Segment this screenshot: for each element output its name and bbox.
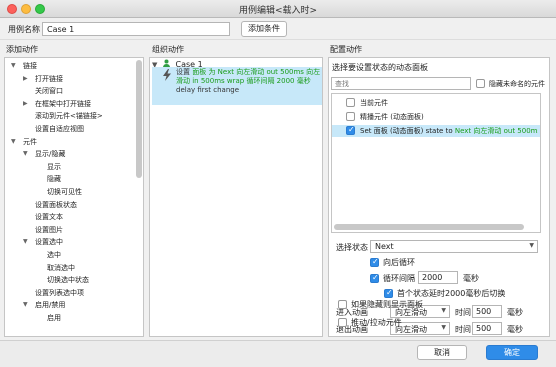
select-state-label: 选择状态: [336, 243, 368, 252]
main-area: 添加动作 ▼ 链接 ▶ 打开链接关闭窗口 ▶ 在框架中打开链接滚动到元件<锚链接> 设置自适…: [0, 40, 556, 340]
tree-toggle-icon[interactable]: ▶: [23, 100, 28, 107]
select-panel-title: 选择要设置状态的动态面板: [332, 63, 428, 72]
loop-interval-label: 循环间隔: [383, 274, 415, 283]
push-pull-label: 推动/拉动元件: [351, 318, 402, 327]
add-actions-heading: 添加动作: [6, 45, 38, 54]
action-tree-item[interactable]: 关闭窗口: [35, 86, 63, 96]
organize-actions-tree: ▼ Case 1 设置 面板 为 Next 向左滑动 out 500ms 向左滑…: [149, 57, 323, 337]
dialog-footer: 取消 确定: [0, 340, 556, 367]
case-name-input[interactable]: [42, 22, 230, 36]
action-tree-item[interactable]: 设置文本: [35, 212, 63, 222]
chevron-down-icon: ▼: [529, 242, 534, 249]
enter-time-label: 时间: [455, 308, 471, 317]
action-tree-item[interactable]: 启用/禁用: [35, 300, 65, 310]
loop-interval-checkbox[interactable]: [370, 273, 379, 283]
action-tree-item[interactable]: 设置图片: [35, 225, 63, 235]
case-name-row: 用例名称 添加条件: [0, 18, 556, 40]
action-tree-item[interactable]: 滚动到元件<锚链接>: [35, 111, 103, 121]
wrap-label: 向后循环: [383, 258, 415, 267]
show-if-hidden-label: 如果隐藏则显示面板: [351, 300, 423, 309]
list-item[interactable]: 精播元件 (动态面板): [332, 111, 540, 123]
cancel-button[interactable]: 取消: [417, 345, 467, 360]
list-item-checkbox[interactable]: [346, 112, 355, 121]
select-state-dropdown[interactable]: Next ▼: [370, 240, 538, 253]
lightning-icon: [163, 69, 171, 81]
list-item-checkbox[interactable]: [346, 98, 355, 107]
action-tree-item[interactable]: 切换可见性: [47, 187, 82, 197]
list-item-selected[interactable]: Set 面板 (动态面板) state to Next 向左滑动 out 500…: [332, 125, 540, 137]
wrap-checkbox[interactable]: [370, 257, 379, 267]
selected-action-row[interactable]: 设置 面板 为 Next 向左滑动 out 500ms 向左滑动 in 500m…: [152, 67, 322, 105]
action-tree-item[interactable]: 设置列表选中项: [35, 288, 84, 298]
tree-toggle-icon[interactable]: ▼: [11, 62, 16, 69]
push-pull-checkbox[interactable]: [338, 318, 347, 327]
action-tree-item[interactable]: 取消选中: [47, 263, 75, 273]
ok-button[interactable]: 确定: [486, 345, 538, 360]
action-tree-item[interactable]: 元件: [23, 137, 37, 147]
action-tail: delay first change: [176, 86, 240, 94]
tree-toggle-icon[interactable]: ▼: [23, 150, 28, 157]
tree-toggle-icon[interactable]: ▼: [11, 138, 16, 145]
action-tree-item[interactable]: 选中: [47, 250, 61, 260]
organize-actions-heading: 组织动作: [152, 45, 184, 54]
action-tree-item[interactable]: 设置选中: [35, 237, 63, 247]
action-prefix: 设置: [176, 68, 190, 76]
chevron-down-icon: ▼: [441, 307, 446, 314]
action-tree-item[interactable]: 切换选中状态: [47, 275, 89, 285]
first-delay-label: 首个状态延时2000毫秒后切换: [397, 289, 506, 298]
action-tree-item[interactable]: 打开链接: [35, 74, 63, 84]
add-condition-button[interactable]: 添加条件: [241, 21, 287, 37]
hide-unnamed-checkbox[interactable]: [476, 79, 485, 88]
action-tree-item[interactable]: 隐藏: [47, 174, 61, 184]
action-tree-item[interactable]: 在框架中打开链接: [35, 99, 91, 109]
action-tree-item[interactable]: 显示/隐藏: [35, 149, 65, 159]
configure-actions-heading: 配置动作: [330, 45, 362, 54]
tree-toggle-icon[interactable]: ▼: [23, 238, 28, 245]
hide-unnamed-label: 隐藏未命名的元件: [489, 80, 545, 88]
list-item-label: 精播元件 (动态面板): [360, 113, 424, 121]
search-input[interactable]: [331, 77, 471, 90]
exit-time-unit: 毫秒: [507, 325, 523, 334]
action-detail: 面板 为 Next 向左滑动 out 500ms 向左滑动 in 500ms w…: [176, 68, 321, 85]
list-horizontal-scrollbar[interactable]: [334, 224, 524, 230]
loop-interval-unit: 毫秒: [463, 274, 479, 283]
enter-time-unit: 毫秒: [507, 308, 523, 317]
exit-time-label: 时间: [455, 325, 471, 334]
case-name-label: 用例名称: [8, 25, 40, 34]
chevron-down-icon: ▼: [441, 324, 446, 331]
action-tree-item[interactable]: 设置面板状态: [35, 200, 77, 210]
action-tree-item[interactable]: 启用: [47, 313, 61, 323]
title-bar: 用例编辑<载入时>: [0, 0, 556, 18]
list-item-checkbox[interactable]: [346, 125, 355, 135]
first-delay-checkbox[interactable]: [384, 288, 393, 298]
list-item-label: 当前元件: [360, 99, 388, 107]
action-tree-item[interactable]: 设置自适应视图: [35, 124, 84, 134]
action-tree: ▼ 链接 ▶ 打开链接关闭窗口 ▶ 在框架中打开链接滚动到元件<锚链接> 设置自适应视图 ▼ 元…: [4, 57, 144, 337]
enter-time-input[interactable]: 500: [472, 305, 502, 318]
tree-toggle-icon[interactable]: ▼: [23, 301, 28, 308]
action-tree-item[interactable]: 显示: [47, 162, 61, 172]
list-item[interactable]: 当前元件: [332, 97, 540, 109]
list-item-label: Set 面板 (动态面板) state to Next 向左滑动 out 500…: [360, 127, 538, 135]
window-title: 用例编辑<载入时>: [238, 6, 318, 16]
tree-toggle-icon[interactable]: ▶: [23, 75, 28, 82]
panel-target-list: 当前元件 精播元件 (动态面板) Set 面板 (动态面板) state to …: [331, 93, 541, 233]
action-tree-item[interactable]: 链接: [23, 61, 37, 71]
show-if-hidden-checkbox[interactable]: [338, 300, 347, 309]
action-tree-scrollbar[interactable]: [136, 60, 142, 178]
exit-time-input[interactable]: 500: [472, 322, 502, 335]
select-state-value: Next: [375, 242, 394, 251]
loop-interval-input[interactable]: 2000: [418, 271, 458, 284]
action-description: 设置 面板 为 Next 向左滑动 out 500ms 向左滑动 in 500m…: [176, 68, 322, 95]
